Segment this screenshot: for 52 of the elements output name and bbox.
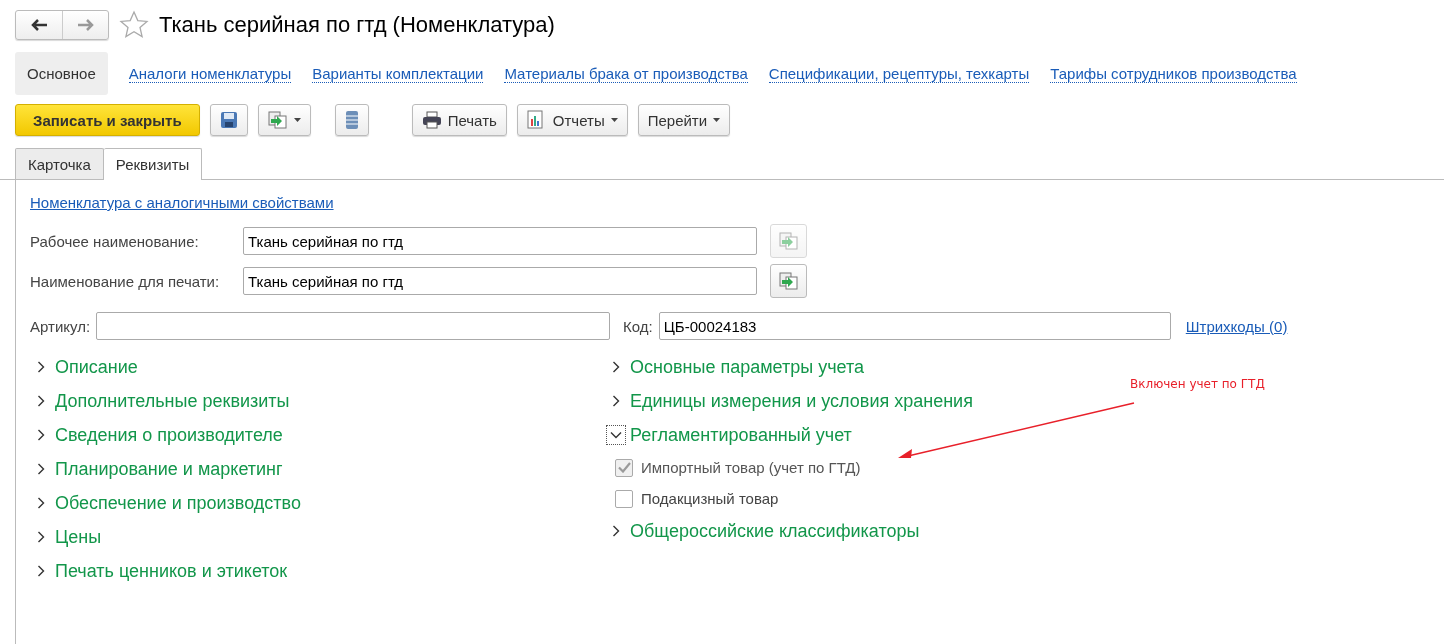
annotation-text: Включен учет по ГТД <box>1130 377 1265 391</box>
save-and-close-button[interactable]: Записать и закрыть <box>15 104 200 136</box>
copy-button[interactable] <box>257 104 311 136</box>
input-field[interactable]: Ткань серийная по гтд <box>243 267 757 295</box>
collapsible-group-header[interactable]: Дополнительные реквизиты <box>30 384 290 418</box>
input-field[interactable] <box>96 312 611 340</box>
checkbox-label: Подакцизный товар <box>641 490 779 507</box>
reports-button[interactable]: Отчеты <box>516 104 628 136</box>
section-link[interactable]: Основное <box>15 52 108 95</box>
arrow-left-icon <box>31 19 47 31</box>
copy-document-icon <box>267 111 288 129</box>
printer-icon <box>421 111 442 129</box>
collapsible-group-header[interactable]: Сведения о производителе <box>30 418 283 452</box>
caret-icon <box>713 118 721 122</box>
window-title: Ткань серийная по гтд (Номенклатура) <box>159 12 555 38</box>
section-link[interactable]: Тарифы сотрудников производства <box>1050 64 1297 83</box>
section-link[interactable]: Спецификации, рецептуры, техкарты <box>768 64 1030 83</box>
similar-items-link[interactable]: Номенклатура с аналогичными свойствами <box>30 194 334 211</box>
save-button[interactable] <box>209 104 248 136</box>
section-link[interactable]: Материалы брака от производства <box>504 64 748 83</box>
collapsible-group-header[interactable]: Обеспечение и производство <box>30 486 301 520</box>
input-field[interactable]: ЦБ-00024183 <box>658 312 1171 340</box>
collapsible-group-header[interactable]: Единицы измерения и условия хранения <box>605 384 973 418</box>
go-to-button[interactable]: Перейти <box>637 104 731 136</box>
collapsible-group-header[interactable]: Цены <box>30 520 102 554</box>
tab[interactable]: Реквизиты <box>103 148 203 180</box>
field-label: Артикул: <box>30 317 91 335</box>
collapsible-group-header[interactable]: Регламентированный учет <box>605 418 852 452</box>
section-link[interactable]: Аналоги номенклатуры <box>128 64 292 83</box>
field-label: Рабочее наименование: <box>30 232 200 250</box>
copy-document-icon <box>778 232 799 250</box>
tab[interactable]: Карточка <box>15 148 104 179</box>
collapsible-group-header[interactable]: Печать ценников и этикеток <box>30 554 288 588</box>
print-button[interactable]: Печать <box>411 104 507 136</box>
star-icon[interactable] <box>119 10 149 40</box>
fill-button[interactable] <box>770 264 807 298</box>
section-link[interactable]: Варианты комплектации <box>312 64 484 83</box>
collapsible-group-header[interactable]: Основные параметры учета <box>605 350 864 384</box>
list-button[interactable] <box>334 104 369 136</box>
barcodes-link[interactable]: Штрихкоды (0) <box>1185 317 1288 335</box>
collapsible-group-header[interactable]: Планирование и маркетинг <box>30 452 283 486</box>
arrow-right-icon <box>77 19 94 31</box>
field-label: Код: <box>623 317 653 335</box>
caret-icon <box>610 118 618 122</box>
copy-document-icon <box>778 272 799 290</box>
collapsible-group-header[interactable]: Описание <box>30 350 138 384</box>
checkbox-label: Импортный товар (учет по ГТД) <box>641 459 861 476</box>
field-label: Наименование для печати: <box>30 272 221 290</box>
list-icon <box>344 110 359 130</box>
caret-icon <box>293 118 301 122</box>
checkbox[interactable] <box>615 489 633 508</box>
collapsible-group-header[interactable]: Общероссийские классификаторы <box>605 514 920 548</box>
